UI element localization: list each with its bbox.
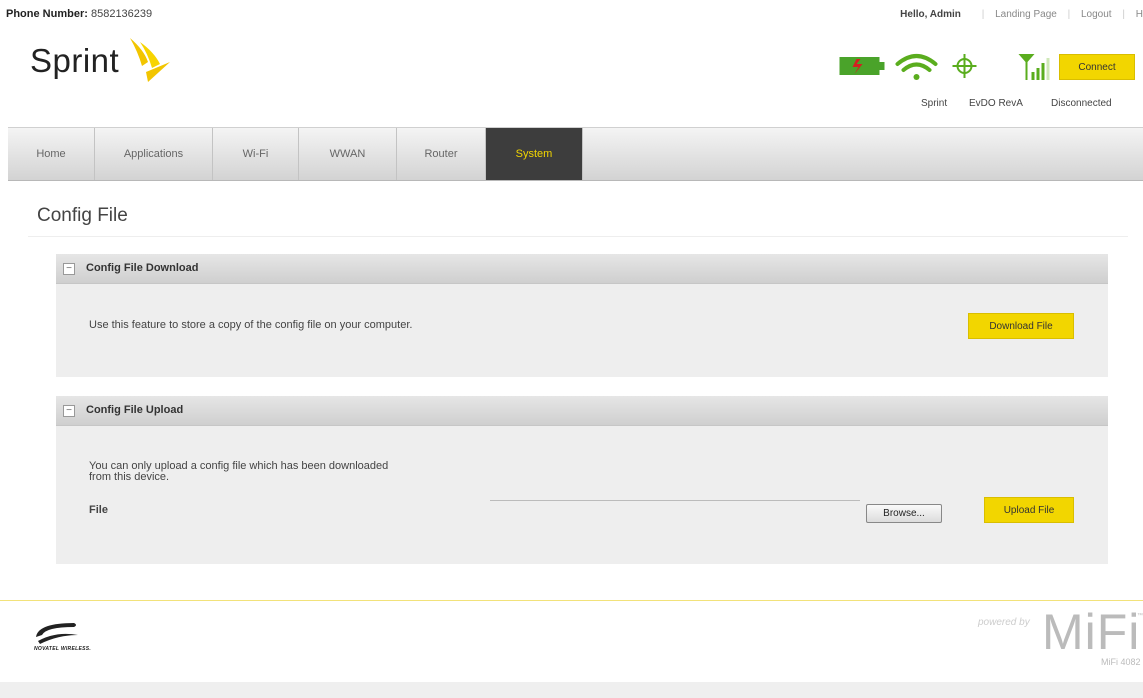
tab-applications[interactable]: Applications [95, 128, 213, 180]
sprint-wing-icon [130, 38, 170, 82]
gps-icon [952, 54, 977, 78]
connect-button[interactable]: Connect [1059, 54, 1135, 80]
connection-status: Disconnected [1051, 98, 1112, 109]
mifi-brand: MiFi [1042, 604, 1141, 660]
carrier-label: Sprint [921, 98, 948, 109]
panel-header: − Config File Upload [56, 396, 1108, 426]
top-links: Hello, Admin | Landing Page | Logout | H [900, 9, 1143, 20]
upload-file-button[interactable]: Upload File [984, 497, 1074, 523]
tab-system[interactable]: System [486, 128, 583, 180]
panel-title: Config File Upload [86, 404, 184, 416]
landing-page-link[interactable]: Landing Page [995, 9, 1057, 20]
battery-icon [839, 57, 885, 75]
download-description: Use this feature to store a copy of the … [89, 319, 413, 331]
main-nav: Home Applications Wi-Fi WWAN Router Syst… [8, 127, 1143, 181]
page-title: Config File [37, 205, 128, 226]
help-link[interactable]: H [1136, 9, 1143, 20]
file-label: File [89, 504, 108, 516]
greeting: Hello, Admin [900, 9, 961, 20]
tab-wwan[interactable]: WWAN [299, 128, 397, 180]
logout-link[interactable]: Logout [1081, 9, 1112, 20]
upload-description-line2: from this device. [89, 471, 170, 483]
title-divider [28, 236, 1128, 237]
config-upload-panel: − Config File Upload You can only upload… [56, 396, 1108, 564]
wifi-icon [895, 54, 938, 80]
config-download-panel: − Config File Download Use this feature … [56, 254, 1108, 377]
tab-wifi[interactable]: Wi-Fi [213, 128, 299, 180]
file-path-input[interactable] [490, 500, 860, 501]
trademark-symbol: ™ [1137, 613, 1143, 619]
browse-button[interactable]: Browse... [866, 504, 942, 523]
signal-icon [1018, 54, 1050, 80]
collapse-icon[interactable]: − [63, 263, 75, 275]
vendor-text: NOVATEL WIRELESS. [34, 646, 92, 652]
download-file-button[interactable]: Download File [968, 313, 1074, 339]
panel-title: Config File Download [86, 262, 199, 274]
footer-divider [0, 600, 1143, 601]
model-number: MiFi 4082 [1101, 657, 1141, 667]
powered-by-text: powered by [978, 617, 1030, 628]
novatel-logo [36, 623, 78, 644]
phone-label: Phone Number: [6, 8, 88, 20]
phone-number: Phone Number: 8582136239 [6, 8, 152, 20]
footer-bar [0, 682, 1143, 698]
network-label: EvDO RevA [969, 98, 1023, 109]
collapse-icon[interactable]: − [63, 405, 75, 417]
tab-home[interactable]: Home [8, 128, 95, 180]
logo-text: Sprint [30, 42, 120, 79]
sprint-logo: Sprint [30, 38, 170, 82]
panel-header: − Config File Download [56, 254, 1108, 284]
tab-router[interactable]: Router [397, 128, 486, 180]
phone-value: 8582136239 [90, 8, 153, 20]
